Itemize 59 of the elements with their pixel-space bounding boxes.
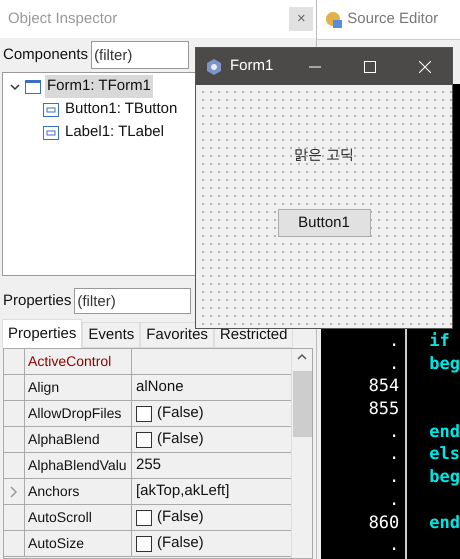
code-line: beg	[429, 467, 460, 488]
property-value: (False)	[157, 533, 204, 554]
line-number: .	[388, 352, 400, 376]
component-icon	[43, 126, 59, 140]
component-icon	[43, 102, 59, 116]
code-line: if	[429, 331, 450, 351]
line-number: 855	[368, 398, 400, 421]
checkbox[interactable]	[136, 536, 152, 552]
filter-field[interactable]: (filter)	[74, 288, 192, 314]
checkbox[interactable]	[136, 406, 152, 422]
line-number: .	[388, 330, 400, 353]
tab[interactable]: Favorites	[140, 322, 214, 348]
property-name: AllowDropFiles	[24, 401, 132, 426]
components-label: Components	[3, 44, 88, 65]
property-value: [akTop,akLeft]	[136, 481, 230, 502]
line-number: .	[388, 466, 400, 489]
property-value: 255	[136, 455, 162, 476]
code-line: els	[429, 444, 460, 464]
checkbox[interactable]	[136, 432, 152, 448]
line-number: .	[388, 443, 400, 466]
line-number: .	[388, 534, 400, 557]
scrollbar[interactable]	[291, 349, 312, 558]
property-value: (False)	[157, 429, 204, 450]
property-name: Align	[24, 375, 132, 400]
filter-field[interactable]: (filter)	[91, 41, 190, 69]
properties-label: Properties	[3, 290, 72, 311]
tab[interactable]: Properties	[2, 319, 82, 348]
tree-item[interactable]: Button1: TButton	[63, 98, 180, 121]
tree-item[interactable]: Label1: TLabel	[63, 121, 166, 144]
form-label: 맑은 고딕	[294, 146, 354, 165]
code-line: end	[429, 422, 460, 442]
tab[interactable]: Events	[82, 322, 140, 348]
app-icon	[205, 58, 223, 76]
editor-icon	[325, 10, 344, 28]
line-number: .	[388, 420, 400, 444]
property-name: AlphaBlendValu	[24, 453, 132, 478]
panel-title: Object Inspector	[8, 8, 118, 29]
scroll-up-icon[interactable]	[297, 353, 308, 361]
code-line: beg	[429, 354, 460, 374]
component-icon	[25, 80, 41, 94]
property-name: Anchors	[24, 479, 132, 504]
line-number: 860	[368, 512, 400, 534]
maximize-icon	[364, 60, 376, 72]
line-number: 854	[368, 375, 400, 398]
form-button[interactable]: Button1	[278, 209, 370, 237]
close-icon	[418, 60, 430, 72]
property-value: (False)	[157, 507, 204, 528]
checkbox[interactable]	[136, 510, 152, 526]
close-button[interactable]: ×	[289, 7, 314, 31]
property-name: AlphaBlend	[24, 427, 132, 452]
property-value: alNone	[136, 377, 184, 398]
property-value: (False)	[157, 403, 204, 424]
window-title: Form1	[230, 56, 274, 76]
property-name: AutoScroll	[24, 505, 132, 530]
property-name: AutoSize	[24, 531, 132, 556]
tree-item[interactable]: Form1: TForm1	[45, 75, 153, 98]
line-number: .	[388, 488, 400, 512]
code-line: end	[429, 512, 460, 532]
property-name: ActiveControl	[24, 349, 132, 374]
